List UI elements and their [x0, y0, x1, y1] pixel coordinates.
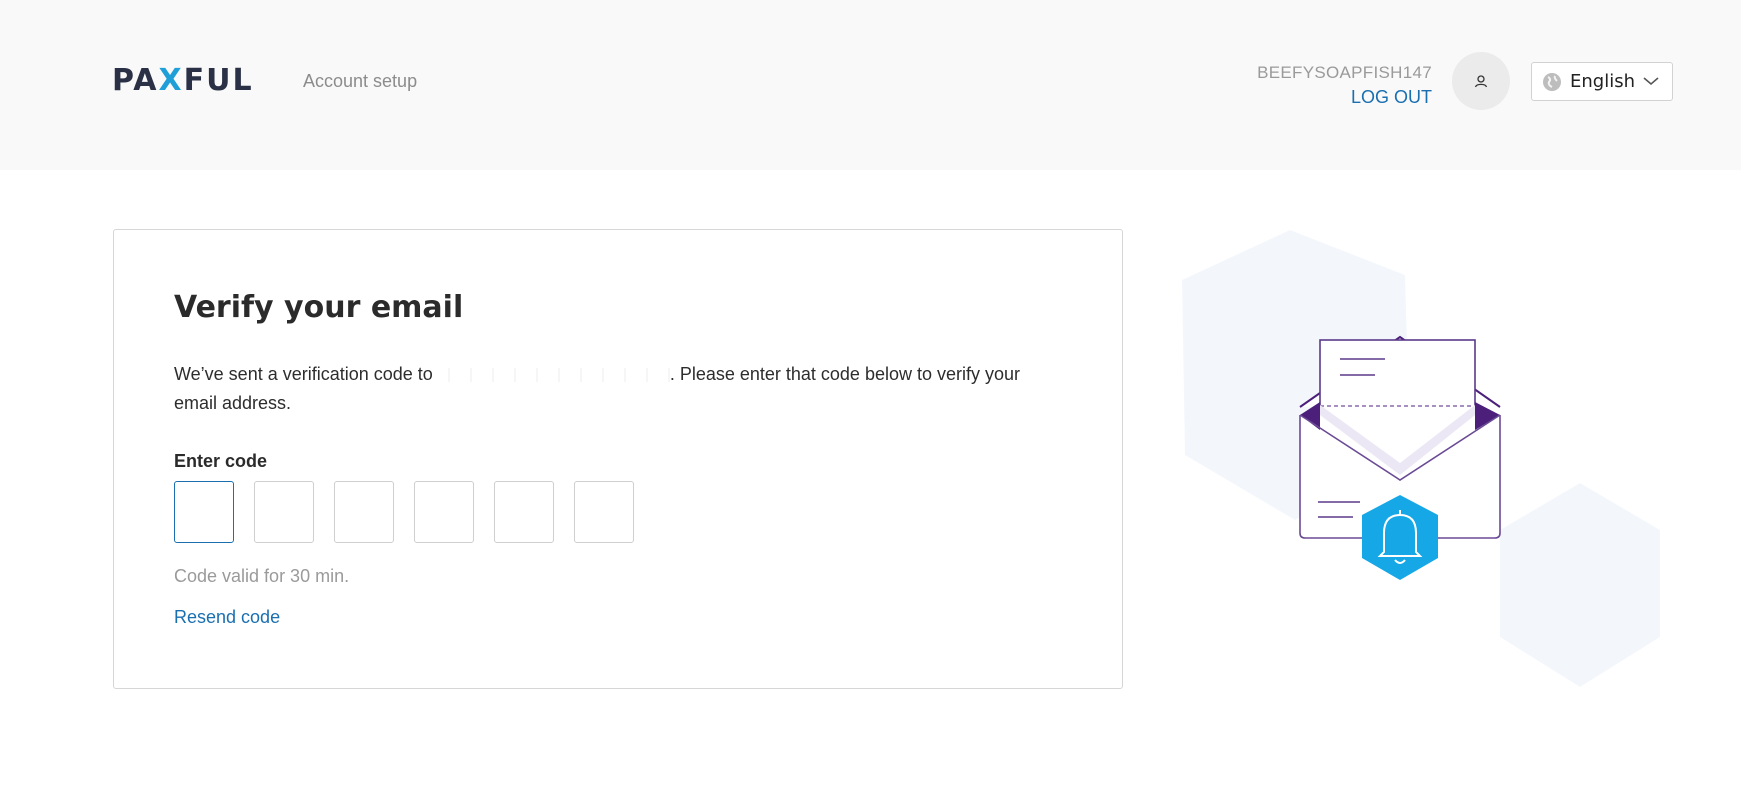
verify-email-card: Verify your email We’ve sent a verificat… [113, 229, 1123, 689]
code-digit-4[interactable] [414, 481, 474, 543]
top-header: PA X FUL Account setup BEEFYSOAPFISH147 LO… [0, 0, 1741, 170]
redacted-email [437, 368, 670, 383]
code-digit-6[interactable] [574, 481, 634, 543]
code-digit-1[interactable] [174, 481, 234, 543]
logout-link[interactable]: LOG OUT [1257, 87, 1432, 108]
code-label: Enter code [174, 451, 268, 471]
verification-description: We’ve sent a verification code to . Plea… [174, 364, 1021, 413]
envelope-bell-icon [1182, 230, 1660, 687]
code-digit-3[interactable] [334, 481, 394, 543]
paxful-logo[interactable]: PA X FUL [112, 63, 254, 98]
avatar[interactable] [1452, 52, 1510, 110]
user-info: BEEFYSOAPFISH147 LOG OUT [1257, 63, 1432, 108]
resend-code-link[interactable]: Resend code [174, 607, 280, 628]
code-validity-text: Code valid for 30 min. [174, 566, 350, 586]
globe-icon [1543, 72, 1561, 91]
chevron-down-icon [1643, 77, 1659, 86]
page-title: Verify your email [174, 290, 464, 325]
section-title: Account setup [303, 71, 418, 91]
language-label: English [1570, 71, 1635, 92]
code-digit-2[interactable] [254, 481, 314, 543]
username: BEEFYSOAPFISH147 [1257, 63, 1432, 82]
user-icon [1474, 75, 1488, 88]
language-select[interactable]: English [1531, 62, 1673, 101]
code-digit-5[interactable] [494, 481, 554, 543]
code-input-group [174, 481, 634, 543]
